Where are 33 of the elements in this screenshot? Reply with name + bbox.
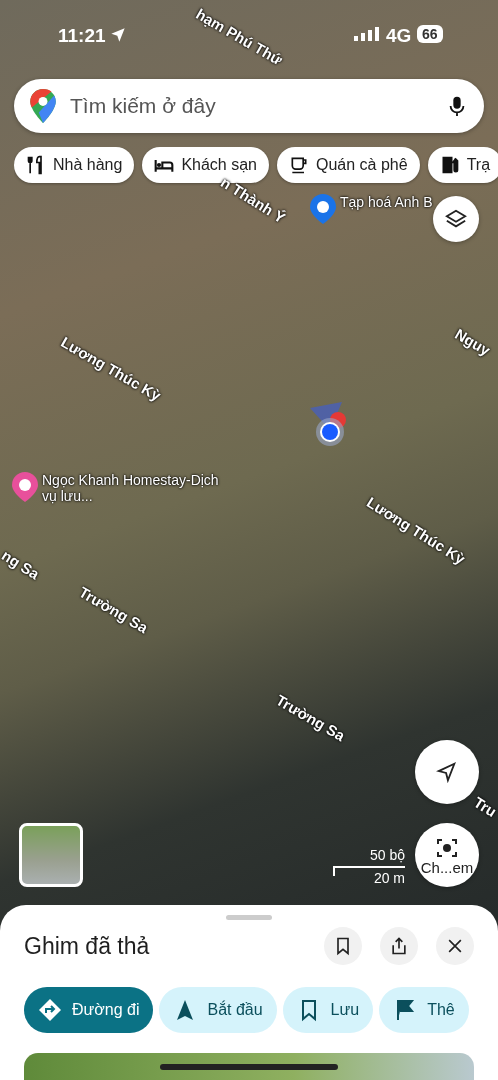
place-label: Ngọc Khanh Homestay-Dịch vụ lưu... (42, 472, 220, 505)
action-button[interactable]: Bắt đầu (159, 987, 277, 1033)
navigation-arrow-icon (436, 761, 458, 783)
street-label: Tru (469, 792, 498, 823)
signal-icon (354, 27, 380, 41)
location-arrow-icon (110, 27, 126, 43)
cup-icon (289, 155, 309, 175)
save-icon-button[interactable] (324, 927, 362, 965)
sheet-title: Ghim đã thả (24, 931, 151, 961)
map-pin-logo-icon (30, 89, 56, 123)
category-chip[interactable]: Quán cà phê (277, 147, 420, 183)
street-view-thumbnail[interactable] (19, 823, 83, 887)
action-button[interactable]: Lưu (282, 987, 374, 1033)
action-button[interactable]: Đường đi (24, 987, 154, 1033)
layers-icon (445, 208, 467, 230)
search-bar[interactable]: Tìm kiếm ở đây (14, 79, 484, 133)
drag-handle[interactable] (226, 915, 272, 920)
category-chip[interactable]: Nhà hàng (14, 147, 135, 183)
action-button[interactable]: Thê (379, 987, 469, 1033)
battery-indicator: 66 (417, 25, 443, 43)
scale-imperial: 50 bộ (369, 846, 405, 865)
scale-metric: 20 m (373, 869, 405, 888)
category-chip[interactable]: Trạ (427, 147, 498, 183)
search-input[interactable]: Tìm kiếm ở đây (68, 89, 434, 123)
turn-sign-icon (38, 998, 62, 1022)
status-time: 11:21 (58, 24, 106, 48)
share-button[interactable] (380, 927, 418, 965)
network-type: 4G (386, 24, 412, 48)
place-label: Tạp hoá Anh B (340, 194, 433, 211)
street-label: hạm Phú Thứ (192, 4, 287, 71)
street-label: ng Sa (0, 545, 44, 585)
share-icon (389, 936, 409, 956)
close-button[interactable] (436, 927, 474, 965)
